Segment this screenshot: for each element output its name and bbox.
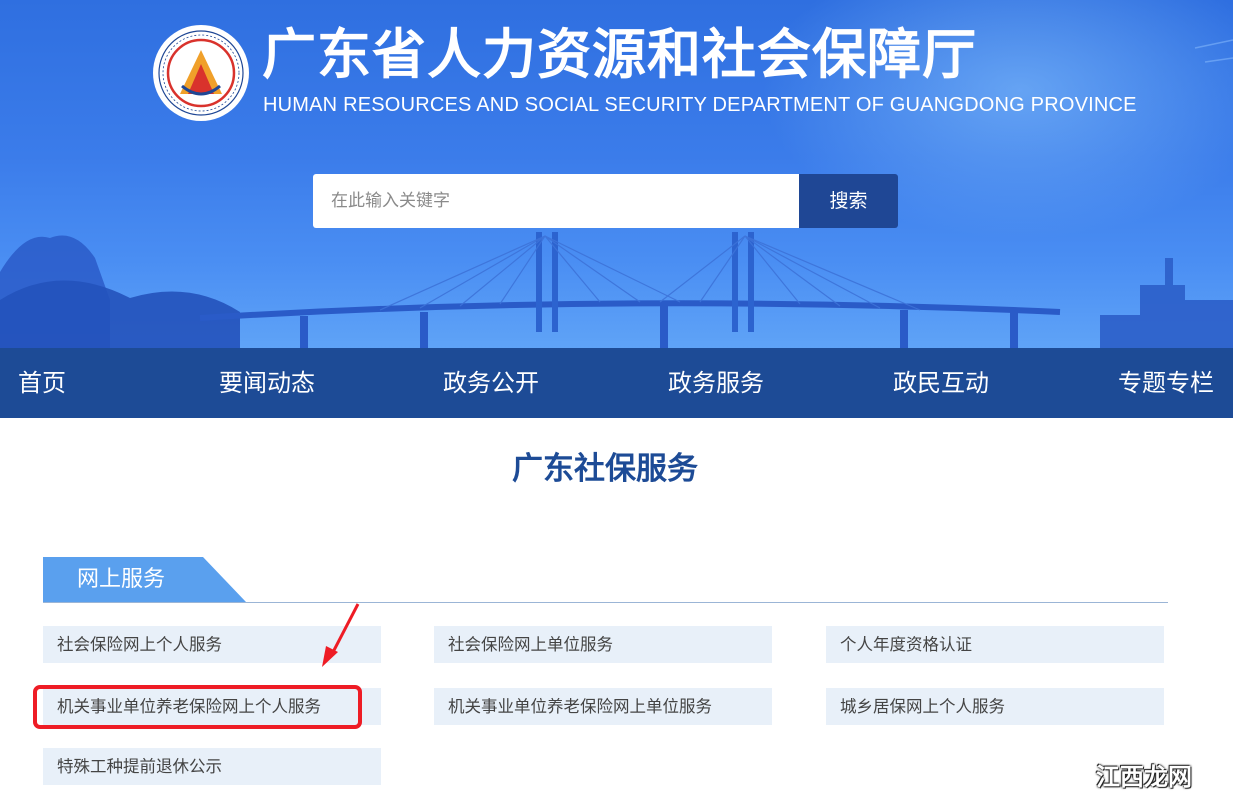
header-banner: 广东省人力资源和社会保障厅 HUMAN RESOURCES AND SOCIAL… xyxy=(0,0,1233,348)
annotation-highlight-box xyxy=(33,685,362,729)
link-social-insurance-personal[interactable]: 社会保险网上个人服务 xyxy=(43,626,381,663)
main-nav: 首页 要闻动态 政务公开 政务服务 政民互动 专题专栏 xyxy=(0,348,1233,418)
section-tab-online-service: 网上服务 xyxy=(43,557,246,602)
link-special-job-early-retirement[interactable]: 特殊工种提前退休公示 xyxy=(43,748,381,785)
nav-item-interaction[interactable]: 政民互动 xyxy=(893,348,989,418)
link-urban-rural-pension-personal[interactable]: 城乡居保网上个人服务 xyxy=(826,688,1164,725)
search-input[interactable] xyxy=(313,174,799,228)
nav-item-news[interactable]: 要闻动态 xyxy=(219,348,315,418)
section-divider xyxy=(43,602,1168,603)
gd-hrss-emblem-icon xyxy=(153,25,249,121)
link-social-insurance-employer[interactable]: 社会保险网上单位服务 xyxy=(434,626,772,663)
search-button[interactable]: 搜索 xyxy=(799,174,898,228)
nav-item-special[interactable]: 专题专栏 xyxy=(1118,348,1214,418)
nav-item-gov-info[interactable]: 政务公开 xyxy=(443,348,539,418)
watermark-text: 江西龙网 xyxy=(1096,763,1192,791)
link-institution-pension-employer[interactable]: 机关事业单位养老保险网上单位服务 xyxy=(434,688,772,725)
nav-item-gov-service[interactable]: 政务服务 xyxy=(668,348,764,418)
site-title-english: HUMAN RESOURCES AND SOCIAL SECURITY DEPA… xyxy=(263,94,1137,116)
section-tab-label: 网上服务 xyxy=(77,567,166,592)
nav-item-home[interactable]: 首页 xyxy=(18,348,66,418)
link-annual-qualification-cert[interactable]: 个人年度资格认证 xyxy=(826,626,1164,663)
page-title: 广东社保服务 xyxy=(512,451,698,487)
site-title: 广东省人力资源和社会保障厅 xyxy=(262,23,977,86)
